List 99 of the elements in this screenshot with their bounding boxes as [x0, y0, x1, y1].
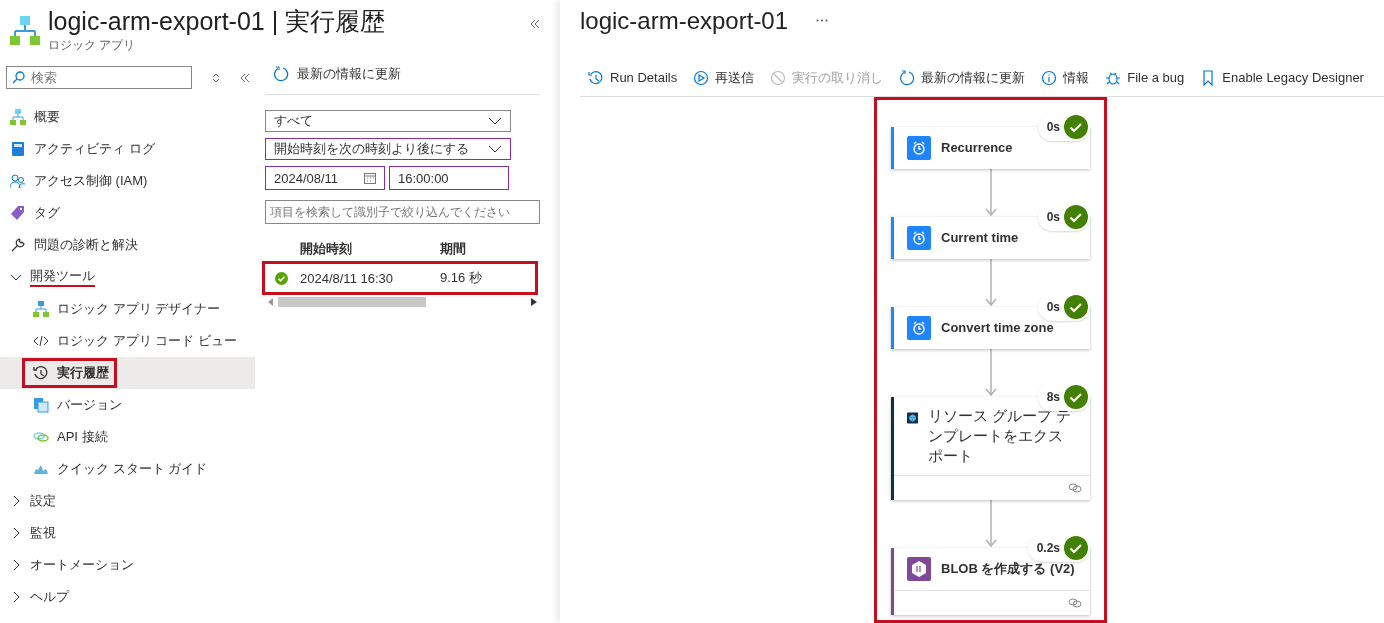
- connector-arrow: [984, 500, 997, 548]
- link-icon: [1068, 483, 1082, 493]
- resource-type: ロジック アプリ: [48, 37, 137, 54]
- nav-label: API 接続: [57, 428, 108, 446]
- action-title: Convert time zone: [941, 319, 1054, 337]
- toolbar-button[interactable]: 再送信: [693, 68, 755, 87]
- nav-item[interactable]: バージョン: [0, 389, 255, 421]
- pages-icon: [33, 397, 49, 413]
- refresh-icon: [273, 66, 289, 82]
- tag-icon: [10, 205, 26, 221]
- alarm-clock-icon: [907, 136, 931, 160]
- nav-item[interactable]: ロジック アプリ デザイナー: [0, 293, 255, 325]
- nav-item[interactable]: タグ: [0, 197, 255, 229]
- time-filter-dropdown[interactable]: 開始時刻を次の時刻より後にする: [265, 138, 511, 160]
- search-icon: [12, 71, 25, 84]
- nav-group[interactable]: ヘルプ: [0, 581, 255, 613]
- scroll-right-icon[interactable]: [531, 298, 537, 306]
- duration-badge: 8s: [1037, 383, 1090, 411]
- nav-label: オートメーション: [30, 556, 134, 574]
- book-icon: [10, 141, 26, 157]
- scroll-left-icon[interactable]: [268, 298, 274, 306]
- column-header: 開始時刻: [299, 240, 353, 256]
- nav-label: タグ: [34, 204, 60, 222]
- toolbar-button[interactable]: 情報: [1041, 68, 1090, 87]
- hierarchy-icon: [10, 109, 26, 125]
- nav-label: 監視: [30, 524, 56, 542]
- connector-arrow: [984, 169, 997, 217]
- nav-label: アクセス制御 (IAM): [34, 172, 148, 190]
- nav-label: 問題の診断と解決: [34, 236, 138, 254]
- nav-label: 概要: [34, 108, 60, 126]
- nav-label: クイック スタート ガイド: [57, 460, 208, 478]
- action-title: BLOB を作成する (V2): [941, 560, 1075, 578]
- chevron-icon: [488, 117, 502, 125]
- toolbar-button[interactable]: File a bug: [1105, 69, 1185, 86]
- collapse-icon[interactable]: [530, 19, 540, 29]
- duration-badge: 0s: [1037, 293, 1090, 321]
- connector-arrow: [984, 259, 997, 307]
- more-icon[interactable]: [816, 19, 829, 23]
- nav-item[interactable]: ロジック アプリ コード ビュー: [0, 325, 255, 357]
- nav-item[interactable]: 問題の診断と解決: [0, 229, 255, 261]
- refresh-icon: [899, 69, 916, 86]
- toolbar-button[interactable]: Enable Legacy Designer: [1200, 69, 1364, 86]
- nav-label: ロジック アプリ デザイナー: [57, 300, 221, 318]
- link-icon: [33, 429, 49, 445]
- info-icon: [1041, 69, 1058, 86]
- collapse-icon[interactable]: [240, 72, 250, 83]
- cancel-icon: [770, 69, 787, 86]
- search-field[interactable]: 項目を検索して識別子で絞り込んでください: [265, 200, 540, 224]
- status-dropdown[interactable]: すべて: [265, 110, 511, 132]
- toolbar-button[interactable]: Run Details: [588, 69, 678, 86]
- chevron-icon: [488, 145, 502, 153]
- search-field[interactable]: 検索: [6, 66, 192, 89]
- time-field[interactable]: 16:00:00: [389, 166, 509, 190]
- replay-icon: [693, 69, 710, 86]
- nav-label: 実行履歴: [57, 364, 109, 382]
- hierarchy-icon: [10, 16, 40, 46]
- nav-group[interactable]: 設定: [0, 485, 255, 517]
- nav-item[interactable]: アクティビティ ログ: [0, 133, 255, 165]
- history-icon: [33, 365, 49, 381]
- nav-label: アクティビティ ログ: [34, 140, 155, 158]
- duration-badge: 0.2s: [1027, 534, 1090, 562]
- hierarchy-icon: [33, 301, 49, 317]
- nav-item[interactable]: API 接続: [0, 421, 255, 453]
- nav-label: バージョン: [57, 396, 122, 414]
- nav-group[interactable]: 監視: [0, 517, 255, 549]
- sort-icon[interactable]: [212, 71, 220, 84]
- calendar-icon: [364, 172, 376, 184]
- nav-item[interactable]: 概要: [0, 101, 255, 133]
- table-cell-text: 9.16 秒: [440, 269, 483, 287]
- link-icon: [1068, 598, 1082, 608]
- column-header: 期間: [440, 240, 467, 256]
- nav-group[interactable]: 開発ツール: [0, 261, 255, 293]
- designer-title: logic-arm-export-01: [580, 6, 789, 35]
- duration-badge: 0s: [1037, 113, 1090, 141]
- nav-label: 開発ツール: [30, 267, 95, 287]
- nav-group[interactable]: オートメーション: [0, 549, 255, 581]
- page-title: logic-arm-export-01 | 実行履歴: [48, 6, 387, 36]
- wrench-icon: [10, 237, 26, 253]
- run-row[interactable]: 2024/8/11 16:30 9.16 秒: [265, 264, 535, 292]
- alarm-clock-icon: [907, 316, 931, 340]
- nav-item[interactable]: アクセス制御 (IAM): [0, 165, 255, 197]
- nav-item[interactable]: クイック スタート ガイド: [0, 453, 255, 485]
- nav-label: 設定: [30, 492, 56, 510]
- action-title: Recurrence: [941, 139, 1013, 157]
- nav-label: ロジック アプリ コード ビュー: [57, 332, 237, 350]
- duration-badge: 0s: [1037, 203, 1090, 231]
- storage-icon: [907, 557, 931, 581]
- action-title: Current time: [941, 229, 1019, 247]
- refresh-button[interactable]: 最新の情報に更新: [265, 60, 540, 95]
- nav-item[interactable]: 実行履歴: [0, 357, 255, 389]
- code-icon: [33, 333, 49, 349]
- date-field[interactable]: 2024/08/11: [265, 166, 385, 190]
- nav-label: ヘルプ: [30, 588, 69, 606]
- connector-arrow: [984, 349, 997, 397]
- history-icon: [588, 69, 604, 86]
- toolbar-button[interactable]: 最新の情報に更新: [899, 68, 1026, 87]
- alarm-clock-icon: [907, 226, 931, 250]
- people-icon: [10, 173, 26, 189]
- table-cell-text: 2024/8/11 16:30: [299, 270, 394, 286]
